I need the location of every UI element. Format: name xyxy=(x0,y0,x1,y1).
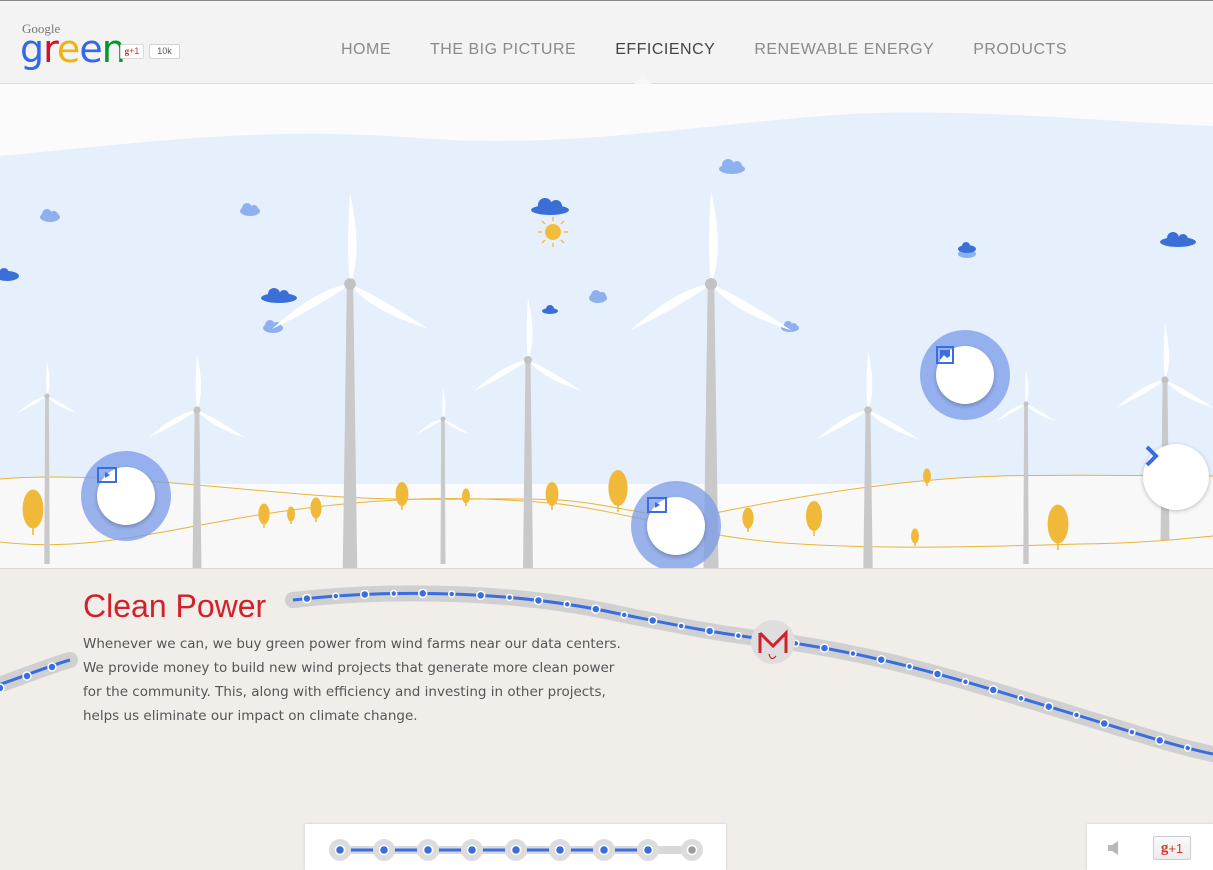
progress-step-dot xyxy=(378,844,390,856)
track-dot xyxy=(447,590,456,598)
nav-renewable-energy[interactable]: RENEWABLE ENERGY xyxy=(754,41,934,59)
play-button[interactable] xyxy=(97,467,155,525)
gmail-icon xyxy=(751,620,795,664)
track-dot xyxy=(647,615,658,626)
track-dot xyxy=(533,595,544,606)
share-panel: g +1 xyxy=(1087,824,1213,870)
play-icon xyxy=(647,497,667,513)
body-line: We provide money to build new wind proje… xyxy=(83,660,615,676)
page-title: Clean Power xyxy=(83,588,267,624)
track-dot xyxy=(905,662,914,671)
image-button[interactable] xyxy=(936,346,994,404)
speaker-icon[interactable] xyxy=(1107,841,1123,855)
logo-letter: r xyxy=(43,27,58,71)
progress-step-dot xyxy=(642,844,654,856)
track-dot xyxy=(876,654,887,665)
body-text: Whenever we can, we buy green power from… xyxy=(83,632,628,728)
track-dot xyxy=(988,685,998,695)
track-dot xyxy=(677,622,685,630)
wind-farm-illustration xyxy=(0,112,1213,568)
chevron-right-icon xyxy=(1145,445,1159,467)
track-dot xyxy=(591,604,601,614)
track-dot xyxy=(418,588,428,599)
video-hotspot-left[interactable] xyxy=(81,451,171,541)
body-line: helps us eliminate our impact on climate… xyxy=(83,708,418,724)
track-dot xyxy=(332,592,340,600)
track-dot xyxy=(390,589,398,598)
track-dot xyxy=(302,593,312,604)
track-dot xyxy=(0,683,5,693)
main-nav: HOME THE BIG PICTURE EFFICIENCY RENEWABL… xyxy=(341,41,1106,59)
play-button[interactable] xyxy=(647,497,705,555)
track-dot xyxy=(1044,701,1054,712)
plusone-count: 10k xyxy=(149,44,180,59)
progress-step-dot xyxy=(686,844,698,856)
nav-home[interactable]: HOME xyxy=(341,41,391,59)
progress-panel xyxy=(305,824,726,870)
image-hotspot-right[interactable] xyxy=(920,330,1010,420)
track-dot xyxy=(1183,744,1192,752)
track-dot xyxy=(505,593,514,602)
logo-letter: g xyxy=(20,27,44,71)
logo-letter: e xyxy=(79,27,102,71)
track-dot xyxy=(734,631,743,640)
video-hotspot-center[interactable] xyxy=(631,481,721,568)
logo-letter: e xyxy=(56,27,80,71)
track-dot xyxy=(1128,728,1136,736)
next-scene-button[interactable] xyxy=(1143,444,1209,510)
site-header: Google green g+1 10k HOME THE BIG PICTUR… xyxy=(0,0,1213,85)
track-dot xyxy=(961,678,970,686)
track-dot xyxy=(932,669,943,679)
wind-farm-scene xyxy=(0,84,1213,569)
track-dot xyxy=(360,589,370,600)
nav-efficiency[interactable]: EFFICIENCY xyxy=(615,41,715,59)
body-line: for the community. This, along with effi… xyxy=(83,684,606,700)
progress-step-dot xyxy=(466,844,478,856)
play-icon xyxy=(97,467,117,483)
image-icon xyxy=(936,346,954,364)
progress-step-dot xyxy=(554,844,566,856)
tree xyxy=(608,470,628,512)
progress-steps xyxy=(329,839,703,861)
nav-products[interactable]: PRODUCTS xyxy=(973,41,1067,59)
track-dot xyxy=(1099,718,1110,729)
track-dot xyxy=(1072,711,1081,719)
nav-big-picture[interactable]: THE BIG PICTURE xyxy=(430,41,576,59)
track-dot xyxy=(819,643,830,653)
track-dot xyxy=(1017,694,1025,703)
progress-step-dot xyxy=(510,844,522,856)
logo-green-text: green xyxy=(20,27,126,71)
track-dot xyxy=(704,626,715,636)
track-dot xyxy=(1155,735,1165,746)
body-line: Whenever we can, we buy green power from… xyxy=(83,636,621,652)
track-dot xyxy=(563,600,571,609)
plusone-button[interactable]: g +1 xyxy=(1153,836,1191,860)
track-dot xyxy=(22,671,32,681)
progress-step-dot xyxy=(598,844,610,856)
progress-step-dot xyxy=(422,844,434,856)
track-dot xyxy=(849,649,857,658)
progress-step-dot xyxy=(334,844,346,856)
track-dot xyxy=(620,611,628,619)
track-dot xyxy=(47,662,57,672)
plusone-small-button[interactable]: g+1 xyxy=(120,44,144,59)
track-dot xyxy=(475,590,486,601)
